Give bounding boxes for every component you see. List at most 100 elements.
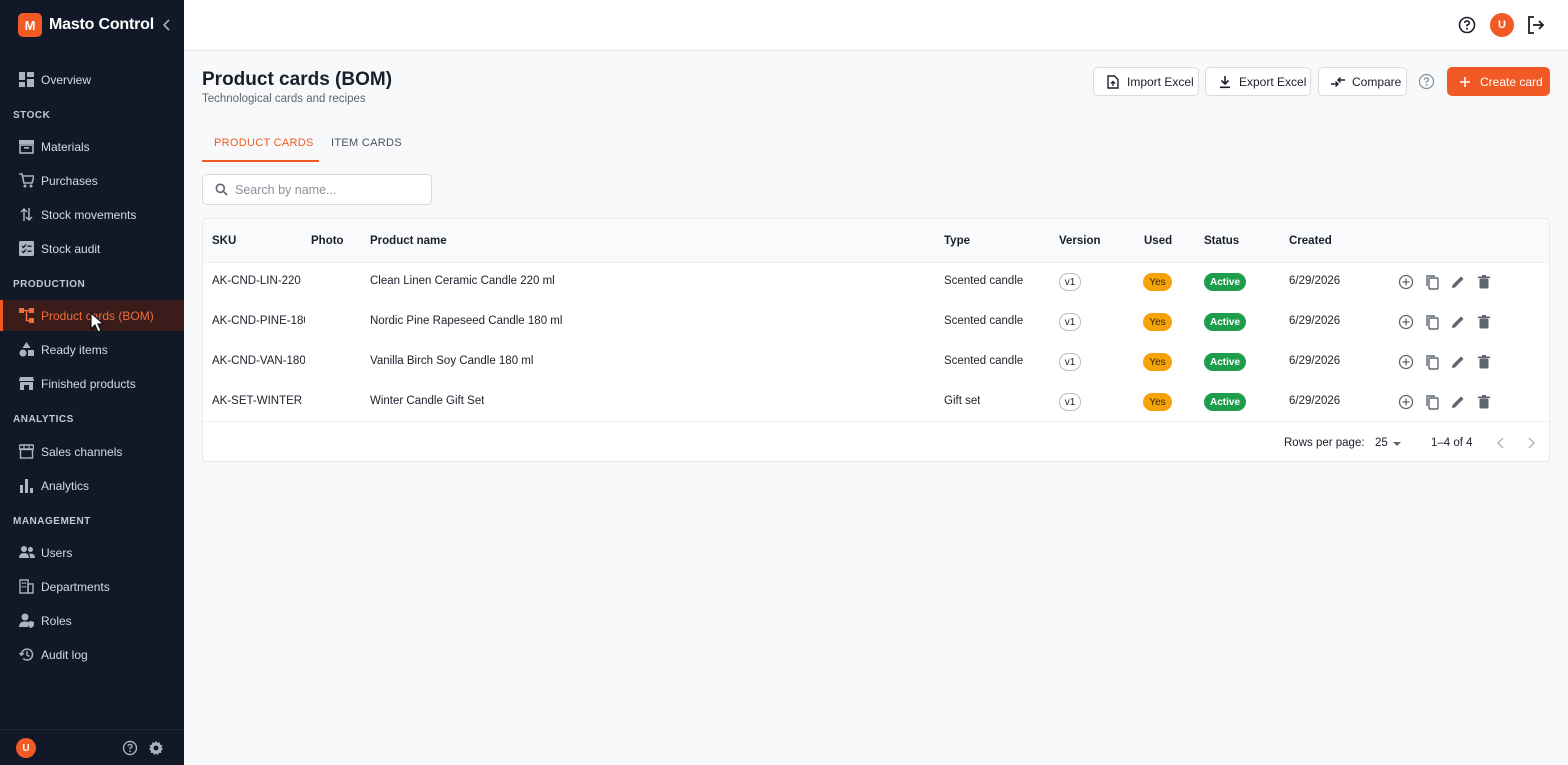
building-icon <box>18 578 35 595</box>
sidebar-item-label: Purchases <box>41 173 98 188</box>
search-icon <box>215 183 228 196</box>
plus-icon <box>1460 76 1470 87</box>
checklist-icon <box>18 240 35 257</box>
cell-type: Scented candle <box>944 315 1024 327</box>
status-badge: Active <box>1204 353 1246 371</box>
column-used[interactable]: Used <box>1144 235 1172 247</box>
chevron-right-icon[interactable] <box>1524 436 1538 450</box>
create-card-label: Create card <box>1480 74 1543 89</box>
user-shield-icon <box>18 612 35 629</box>
gear-icon[interactable] <box>148 740 164 756</box>
delete-icon[interactable] <box>1476 354 1492 370</box>
copy-icon[interactable] <box>1424 314 1440 330</box>
add-circle-icon[interactable] <box>1398 354 1414 370</box>
chevron-left-icon[interactable] <box>1494 436 1508 450</box>
file-upload-icon <box>1106 74 1120 89</box>
caret-down-icon[interactable] <box>1392 440 1402 448</box>
version-badge: v1 <box>1059 393 1081 411</box>
search-input[interactable] <box>235 181 425 199</box>
active-tab-indicator <box>202 160 319 162</box>
sidebar-item-sales-channels[interactable]: Sales channels <box>0 436 184 467</box>
sidebar-item-departments[interactable]: Departments <box>0 571 184 602</box>
tab-product-cards[interactable]: PRODUCT CARDS <box>214 137 314 149</box>
avatar[interactable]: U <box>1490 13 1514 37</box>
logout-icon[interactable] <box>1526 15 1546 35</box>
sidebar-item-finished-products[interactable]: Finished products <box>0 368 184 399</box>
avatar[interactable]: U <box>16 738 36 758</box>
delete-icon[interactable] <box>1476 314 1492 330</box>
delete-icon[interactable] <box>1476 394 1492 410</box>
version-badge: v1 <box>1059 353 1081 371</box>
collapse-sidebar-icon[interactable] <box>160 16 174 34</box>
sidebar-item-ready-items[interactable]: Ready items <box>0 334 184 365</box>
table-row[interactable]: AK-CND-VAN-180 Vanilla Birch Soy Candle … <box>203 342 1549 382</box>
sidebar-item-label: Sales channels <box>41 444 123 459</box>
cell-created: 6/29/2026 <box>1289 355 1341 367</box>
brand[interactable]: M Masto Control <box>18 13 154 37</box>
copy-icon[interactable] <box>1424 394 1440 410</box>
used-badge: Yes <box>1143 353 1172 371</box>
create-card-button[interactable]: Create card <box>1447 67 1550 96</box>
sidebar-item-purchases[interactable]: Purchases <box>0 165 184 196</box>
copy-icon[interactable] <box>1424 354 1440 370</box>
sidebar-item-stock-audit[interactable]: Stock audit <box>0 233 184 264</box>
sidebar-item-label: Analytics <box>41 478 90 493</box>
rows-per-page-label: Rows per page: <box>1284 437 1365 449</box>
column-product-name[interactable]: Product name <box>370 235 447 247</box>
copy-icon[interactable] <box>1424 274 1440 290</box>
sidebar-item-label: Stock movements <box>41 207 137 222</box>
edit-icon[interactable] <box>1450 274 1466 290</box>
edit-icon[interactable] <box>1450 314 1466 330</box>
status-badge: Active <box>1204 273 1246 291</box>
table-row[interactable]: AK-SET-WINTER Winter Candle Gift Set Gif… <box>203 382 1549 422</box>
version-badge: v1 <box>1059 273 1081 291</box>
table-row[interactable]: AK-CND-PINE-180 Nordic Pine Rapeseed Can… <box>203 302 1549 342</box>
sidebar-item-analytics[interactable]: Analytics <box>0 470 184 501</box>
column-sku[interactable]: SKU <box>212 235 236 247</box>
sidebar-item-label: Roles <box>41 613 72 628</box>
sidebar-item-materials[interactable]: Materials <box>0 131 184 162</box>
sidebar-item-audit-log[interactable]: Audit log <box>0 639 184 670</box>
sidebar-item-label: Materials <box>41 139 90 154</box>
cell-sku: AK-CND-PINE-180 <box>212 315 305 327</box>
import-excel-button[interactable]: Import Excel <box>1093 67 1199 96</box>
column-type[interactable]: Type <box>944 235 970 247</box>
status-badge: Active <box>1204 393 1246 411</box>
bar-chart-icon <box>18 477 35 494</box>
sidebar-item-users[interactable]: Users <box>0 537 184 568</box>
pagination-range: 1–4 of 4 <box>1431 437 1473 449</box>
edit-icon[interactable] <box>1450 394 1466 410</box>
sidebar-footer: U <box>0 729 184 765</box>
table-row[interactable]: AK-CND-LIN-220 Clean Linen Ceramic Candl… <box>203 262 1549 302</box>
history-icon <box>18 646 35 663</box>
sidebar-item-label: Users <box>41 545 73 560</box>
column-created[interactable]: Created <box>1289 235 1332 247</box>
delete-icon[interactable] <box>1476 274 1492 290</box>
column-version[interactable]: Version <box>1059 235 1101 247</box>
topbar: U <box>184 0 1568 51</box>
column-status[interactable]: Status <box>1204 235 1239 247</box>
rows-per-page-select[interactable]: 25 <box>1375 437 1388 449</box>
swap-vertical-icon <box>18 206 35 223</box>
edit-icon[interactable] <box>1450 354 1466 370</box>
compare-button[interactable]: Compare <box>1318 67 1407 96</box>
archive-icon <box>18 138 35 155</box>
cell-product-name: Vanilla Birch Soy Candle 180 ml <box>370 355 534 367</box>
add-circle-icon[interactable] <box>1398 394 1414 410</box>
help-icon[interactable] <box>1418 73 1435 90</box>
cell-created: 6/29/2026 <box>1289 275 1341 287</box>
sidebar-item-stock-movements[interactable]: Stock movements <box>0 199 184 230</box>
sidebar-item-overview[interactable]: Overview <box>0 64 184 95</box>
sidebar-item-roles[interactable]: Roles <box>0 605 184 636</box>
compare-label: Compare <box>1352 74 1402 89</box>
search-box <box>202 174 432 205</box>
export-excel-button[interactable]: Export Excel <box>1205 67 1311 96</box>
cell-sku: AK-CND-VAN-180 <box>212 355 305 367</box>
help-icon[interactable] <box>1458 16 1476 34</box>
help-icon[interactable] <box>122 740 138 756</box>
store-icon <box>18 375 35 392</box>
tab-item-cards[interactable]: ITEM CARDS <box>331 137 402 149</box>
sidebar-item-label: Audit log <box>41 647 88 662</box>
add-circle-icon[interactable] <box>1398 274 1414 290</box>
add-circle-icon[interactable] <box>1398 314 1414 330</box>
